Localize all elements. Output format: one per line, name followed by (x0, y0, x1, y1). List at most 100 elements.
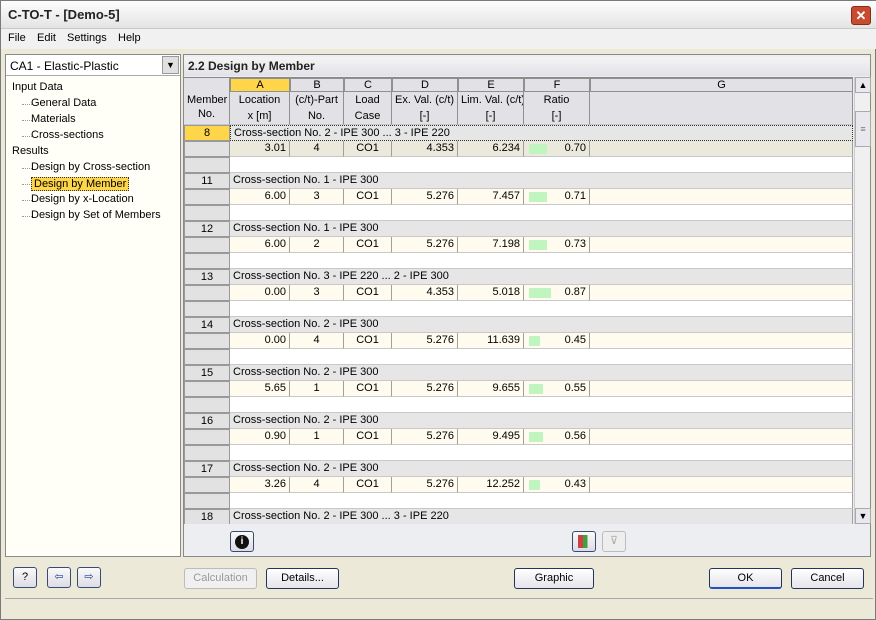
filter-button[interactable]: ⊽ (602, 531, 626, 552)
cell-ratio[interactable]: 0.45 (524, 333, 590, 349)
cancel-button[interactable]: Cancel (791, 568, 864, 589)
section-group-row[interactable]: Cross-section No. 1 - IPE 300 (230, 221, 853, 237)
member-number[interactable]: 11 (184, 173, 230, 189)
member-number[interactable]: 12 (184, 221, 230, 237)
cell-ex[interactable]: 5.276 (392, 333, 458, 349)
cell-part[interactable]: 1 (290, 381, 344, 397)
cell-x[interactable]: 6.00 (230, 189, 290, 205)
cell-lc[interactable]: CO1 (344, 381, 392, 397)
cell-x[interactable]: 0.00 (230, 333, 290, 349)
cell-ex[interactable]: 5.276 (392, 477, 458, 493)
cell-lim[interactable]: 12.252 (458, 477, 524, 493)
calculation-button[interactable]: Calculation (184, 568, 257, 589)
cell-ex[interactable]: 5.276 (392, 429, 458, 445)
section-group-row[interactable]: Cross-section No. 2 - IPE 300 (230, 317, 853, 333)
cell-lim[interactable]: 7.198 (458, 237, 524, 253)
menu-help[interactable]: Help (118, 32, 141, 44)
cell-x[interactable]: 5.65 (230, 381, 290, 397)
cell-part[interactable]: 2 (290, 237, 344, 253)
member-row-header[interactable] (184, 381, 230, 397)
cell-x[interactable]: 0.00 (230, 285, 290, 301)
menu-settings[interactable]: Settings (67, 32, 107, 44)
section-group-row[interactable]: Cross-section No. 2 - IPE 300 (230, 365, 853, 381)
cell-g[interactable] (590, 189, 853, 205)
member-row-header[interactable] (184, 493, 230, 509)
scroll-down-button[interactable]: ▼ (855, 508, 871, 524)
section-group-row[interactable]: Cross-section No. 3 - IPE 220 ... 2 - IP… (230, 269, 853, 285)
details-button[interactable]: Details... (266, 568, 339, 589)
member-row-header[interactable] (184, 429, 230, 445)
member-row-header[interactable] (184, 189, 230, 205)
cell-ratio[interactable]: 0.56 (524, 429, 590, 445)
cell-g[interactable] (590, 381, 853, 397)
cell-lim[interactable]: 6.234 (458, 141, 524, 157)
column-letter-a[interactable]: A (230, 78, 290, 92)
tree-item[interactable]: Design by Cross-section (31, 161, 150, 173)
cell-x[interactable]: 6.00 (230, 237, 290, 253)
column-letter-c[interactable]: C (344, 78, 392, 92)
column-letter-f[interactable]: F (524, 78, 590, 92)
cell-ratio[interactable]: 0.70 (524, 141, 590, 157)
cell-x[interactable]: 3.01 (230, 141, 290, 157)
section-group-row[interactable]: Cross-section No. 1 - IPE 300 (230, 173, 853, 189)
cell-lc[interactable]: CO1 (344, 237, 392, 253)
cell-lim[interactable]: 9.495 (458, 429, 524, 445)
cell-lc[interactable]: CO1 (344, 333, 392, 349)
member-row-header[interactable] (184, 285, 230, 301)
column-letter-g[interactable]: G (590, 78, 853, 92)
scroll-up-button[interactable]: ▲ (855, 77, 871, 93)
cell-lc[interactable]: CO1 (344, 429, 392, 445)
cell-part[interactable]: 4 (290, 141, 344, 157)
member-row-header[interactable] (184, 205, 230, 221)
ratio-bars-button[interactable] (572, 531, 596, 552)
cell-ex[interactable]: 5.276 (392, 381, 458, 397)
cell-lc[interactable]: CO1 (344, 141, 392, 157)
cell-part[interactable]: 3 (290, 189, 344, 205)
cell-g[interactable] (590, 429, 853, 445)
cell-g[interactable] (590, 477, 853, 493)
case-select[interactable]: CA1 - Elastic-Plastic ▼ (6, 55, 180, 76)
cell-lim[interactable]: 7.457 (458, 189, 524, 205)
cell-ex[interactable]: 4.353 (392, 285, 458, 301)
tree-item[interactable]: Cross-sections (31, 129, 104, 141)
help-button[interactable]: ? (13, 567, 37, 588)
tree-item[interactable]: Materials (31, 113, 76, 125)
cell-g[interactable] (590, 285, 853, 301)
cell-x[interactable]: 0.90 (230, 429, 290, 445)
cell-lim[interactable]: 11.639 (458, 333, 524, 349)
tree-item[interactable]: Design by Member (31, 177, 130, 191)
tree-item[interactable]: Input Data (12, 81, 63, 93)
cell-ratio[interactable]: 0.71 (524, 189, 590, 205)
tree-item[interactable]: Results (12, 145, 49, 157)
cell-x[interactable]: 3.26 (230, 477, 290, 493)
cell-ex[interactable]: 5.276 (392, 237, 458, 253)
section-group-row[interactable]: Cross-section No. 2 - IPE 300 ... 3 - IP… (230, 125, 853, 141)
tree-item[interactable]: Design by x-Location (31, 193, 134, 205)
member-row-header[interactable] (184, 445, 230, 461)
member-row-header[interactable] (184, 333, 230, 349)
chevron-down-icon[interactable]: ▼ (162, 56, 179, 74)
cell-part[interactable]: 1 (290, 429, 344, 445)
cell-ex[interactable]: 4.353 (392, 141, 458, 157)
tree-item[interactable]: Design by Set of Members (31, 209, 161, 221)
vertical-scrollbar[interactable]: ▲ ≡ ▼ (854, 77, 871, 524)
member-number[interactable]: 16 (184, 413, 230, 429)
member-row-header[interactable] (184, 397, 230, 413)
previous-button[interactable]: ⇦ (47, 567, 71, 588)
section-group-row[interactable]: Cross-section No. 2 - IPE 300 ... 3 - IP… (230, 509, 853, 524)
member-number[interactable]: 17 (184, 461, 230, 477)
member-row-header[interactable] (184, 157, 230, 173)
cell-ex[interactable]: 5.276 (392, 189, 458, 205)
close-button[interactable]: ✕ (851, 6, 871, 25)
member-number[interactable]: 15 (184, 365, 230, 381)
cell-g[interactable] (590, 333, 853, 349)
cell-lc[interactable]: CO1 (344, 189, 392, 205)
member-row-header[interactable] (184, 301, 230, 317)
next-button[interactable]: ⇨ (77, 567, 101, 588)
member-row-header[interactable] (184, 349, 230, 365)
cell-g[interactable] (590, 141, 853, 157)
cell-lc[interactable]: CO1 (344, 477, 392, 493)
member-row-header[interactable] (184, 237, 230, 253)
cell-ratio[interactable]: 0.73 (524, 237, 590, 253)
member-row-header[interactable] (184, 477, 230, 493)
